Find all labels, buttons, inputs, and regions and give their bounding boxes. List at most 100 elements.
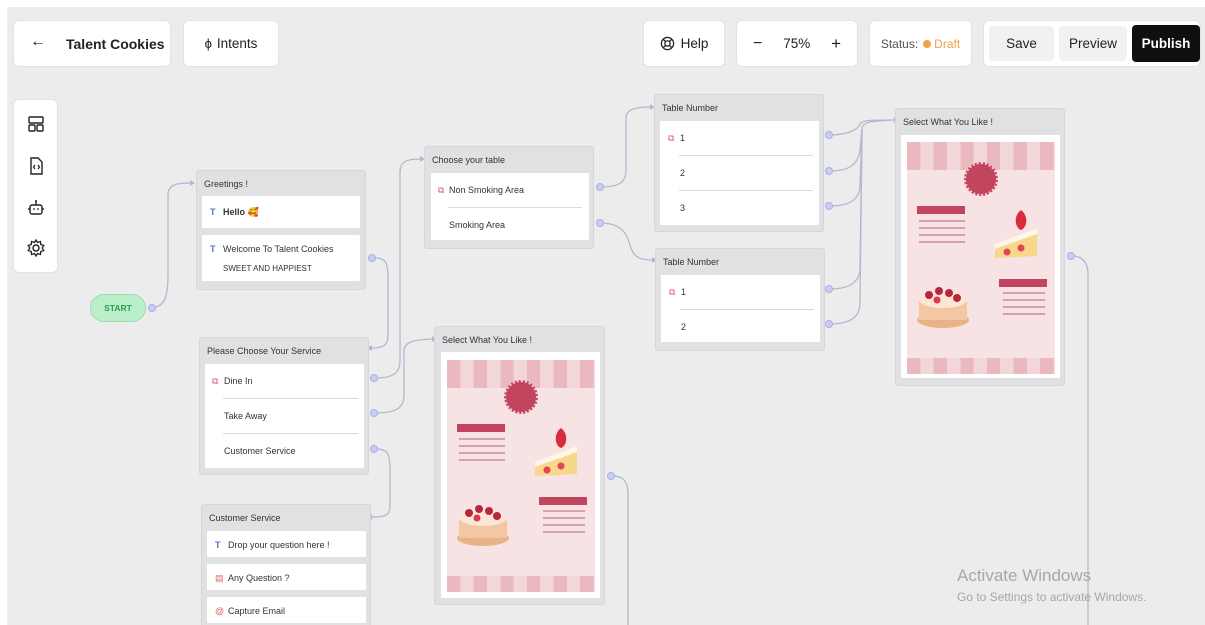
- table1-option-3[interactable]: 3: [680, 203, 685, 213]
- bakery-logo-image: [504, 380, 538, 414]
- help-button[interactable]: Help: [643, 20, 725, 67]
- wire-select1-out: [611, 475, 629, 625]
- table1-option-2[interactable]: 2: [680, 168, 685, 178]
- text-type-icon: T: [210, 244, 216, 254]
- service-node[interactable]: Please Choose Your Service ⧉ Dine In Tak…: [199, 337, 369, 475]
- wire-dinein-choosetable: [375, 158, 421, 379]
- option-dine-in[interactable]: Dine In: [224, 376, 253, 386]
- table1-port-3[interactable]: [825, 202, 833, 210]
- lifebuoy-icon: [660, 36, 674, 51]
- greetings-tagline-text: SWEET AND HAPPIEST: [223, 264, 312, 273]
- table-number-node-2[interactable]: Table Number ⧉ 1 2: [655, 248, 825, 351]
- greetings-welcome-text: Welcome To Talent Cookies: [223, 244, 334, 254]
- capture-email-text: Capture Email: [228, 606, 286, 616]
- smoking-port[interactable]: [596, 219, 604, 227]
- greetings-node[interactable]: Greetings ! T Hello 🥰 T Welcome To Talen…: [196, 170, 366, 290]
- text-type-icon: T: [210, 207, 216, 217]
- table1-option-1[interactable]: 1: [680, 133, 685, 143]
- settings-gear-icon[interactable]: [26, 238, 46, 258]
- any-question-text: Any Question ?: [228, 573, 290, 583]
- choose-table-node[interactable]: Choose your table ⧉ Non Smoking Area Smo…: [424, 146, 594, 249]
- start-node[interactable]: START: [90, 294, 146, 322]
- wire-nonsmoking-table1: [599, 106, 651, 188]
- zoom-out-button[interactable]: −: [753, 35, 762, 53]
- reply-option-icon: ⧉: [668, 133, 675, 143]
- menu-image-card-2[interactable]: [900, 134, 1061, 379]
- divider: [223, 433, 358, 434]
- save-button[interactable]: Save: [989, 26, 1054, 61]
- wire-t2-1: [829, 129, 863, 290]
- status-indicator: Status: Draft: [869, 20, 972, 67]
- menu-image-card-1[interactable]: [440, 351, 601, 599]
- option-customer-service[interactable]: Customer Service: [224, 446, 296, 456]
- table1-port-2[interactable]: [825, 167, 833, 175]
- zoom-control: − 75% +: [736, 20, 858, 67]
- code-file-icon[interactable]: [26, 156, 46, 176]
- greetings-hello-text: Hello 🥰: [223, 207, 259, 217]
- option-take-away[interactable]: Take Away: [224, 411, 267, 421]
- status-value: Draft: [934, 36, 961, 51]
- start-label: START: [104, 303, 132, 313]
- activate-windows-watermark: Activate Windows: [957, 566, 1092, 585]
- divider: [679, 155, 813, 156]
- table2-port-2[interactable]: [825, 320, 833, 328]
- select-like-1-port[interactable]: [607, 472, 615, 480]
- divider: [223, 398, 358, 399]
- menu-image-1: [447, 360, 595, 592]
- intents-icon: ϕ: [204, 36, 212, 51]
- intents-button[interactable]: ϕ Intents: [183, 20, 279, 67]
- layout-icon[interactable]: [26, 114, 46, 134]
- berry-pancake-image: [457, 505, 509, 546]
- select-like-node-2[interactable]: Select What You Like !: [895, 108, 1065, 386]
- table-number-title-1: Table Number: [662, 103, 719, 113]
- save-label: Save: [1006, 36, 1037, 51]
- wire-smoking-table2: [599, 222, 653, 261]
- customer-service-port[interactable]: [370, 445, 378, 453]
- greetings-hello-card[interactable]: T Hello 🥰: [201, 195, 361, 229]
- zoom-in-button[interactable]: +: [831, 34, 841, 54]
- table1-port-1[interactable]: [825, 131, 833, 139]
- table2-port-1[interactable]: [825, 285, 833, 293]
- table-number-node-1[interactable]: Table Number ⧉ 1 2 3: [654, 94, 824, 232]
- question-input-icon: ▤: [215, 573, 224, 583]
- reply-option-icon: ⧉: [212, 376, 219, 386]
- greetings-welcome-card[interactable]: T Welcome To Talent Cookies SWEET AND HA…: [201, 234, 361, 282]
- status-label: Status:: [880, 36, 919, 51]
- service-options-card: ⧉ Dine In Take Away Customer Service: [204, 363, 365, 469]
- drop-question-text: Drop your question here !: [228, 540, 330, 550]
- preview-button[interactable]: Preview: [1059, 26, 1127, 61]
- email-at-icon: @: [215, 606, 225, 616]
- drop-question-card[interactable]: T Drop your question here !: [206, 530, 367, 558]
- select-like-2-port[interactable]: [1067, 252, 1075, 260]
- publish-button[interactable]: Publish: [1132, 25, 1200, 62]
- dine-in-port[interactable]: [370, 374, 378, 382]
- divider: [679, 190, 813, 191]
- select-like-title-1: Select What You Like !: [442, 335, 533, 345]
- customer-service-node[interactable]: Customer Service T Drop your question he…: [201, 504, 371, 625]
- non-smoking-port[interactable]: [596, 183, 604, 191]
- publish-label: Publish: [1141, 36, 1191, 51]
- option-smoking[interactable]: Smoking Area: [449, 220, 505, 230]
- wire-greetings-service: [371, 257, 389, 349]
- greetings-port[interactable]: [368, 254, 376, 262]
- bot-icon[interactable]: [26, 198, 46, 218]
- reply-option-icon: ⧉: [669, 287, 676, 297]
- greetings-title: Greetings !: [204, 179, 249, 189]
- table-number-options-card-2: ⧉ 1 2: [660, 274, 821, 343]
- divider: [680, 309, 814, 310]
- option-non-smoking[interactable]: Non Smoking Area: [449, 185, 524, 195]
- back-arrow-icon[interactable]: ←: [30, 33, 46, 51]
- start-port[interactable]: [148, 304, 156, 312]
- capture-email-card[interactable]: @ Capture Email: [206, 596, 367, 624]
- table2-option-1[interactable]: 1: [681, 287, 686, 297]
- menu-image-2: [907, 142, 1055, 374]
- wire-t1-3: [829, 129, 863, 207]
- customer-service-title: Customer Service: [209, 513, 281, 523]
- select-like-node-1[interactable]: Select What You Like !: [434, 326, 605, 605]
- table2-option-2[interactable]: 2: [681, 322, 686, 332]
- any-question-card[interactable]: ▤ Any Question ?: [206, 563, 367, 591]
- strawberry-cake-image: [535, 428, 577, 476]
- project-title: Talent Cookies: [66, 36, 165, 52]
- project-title-bar: ← Talent Cookies: [13, 20, 171, 67]
- take-away-port[interactable]: [370, 409, 378, 417]
